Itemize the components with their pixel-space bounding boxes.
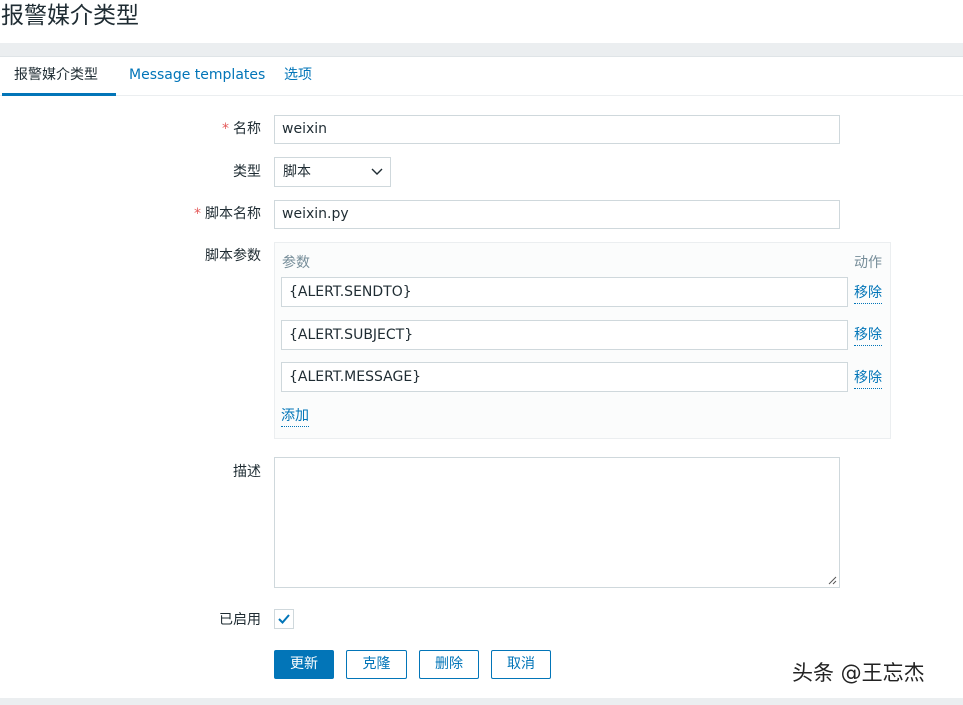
param-input-subject[interactable]: {ALERT.SUBJECT}	[281, 320, 848, 350]
page-title: 报警媒介类型	[1, 3, 139, 29]
type-label: 类型	[233, 164, 261, 180]
script-params-table: 参数 动作 {ALERT.SENDTO} 移除 {ALERT.SUBJECT} …	[274, 242, 891, 439]
checkmark-icon	[278, 614, 290, 624]
remove-param-button[interactable]: 移除	[854, 283, 882, 304]
chevron-down-icon	[371, 168, 383, 175]
cancel-button[interactable]: 取消	[491, 650, 551, 679]
enabled-checkbox[interactable]	[274, 609, 294, 629]
enabled-label: 已启用	[219, 612, 261, 628]
add-param-button[interactable]: 添加	[281, 406, 309, 427]
params-header-param: 参数	[282, 255, 310, 271]
required-marker: *	[222, 121, 229, 137]
page-header: 报警媒介类型	[0, 0, 963, 43]
description-label: 描述	[233, 464, 261, 480]
remove-param-button[interactable]: 移除	[854, 325, 882, 346]
delete-button[interactable]: 删除	[419, 650, 479, 679]
tab-message-templates[interactable]: Message templates	[117, 57, 277, 96]
name-input[interactable]: weixin	[274, 115, 840, 144]
type-select-value: 脚本	[283, 164, 311, 180]
clone-button[interactable]: 克隆	[346, 650, 407, 679]
tab-options[interactable]: 选项	[272, 57, 324, 96]
type-select[interactable]: 脚本	[274, 157, 391, 187]
watermark: 头条 @王忘杰	[792, 661, 925, 685]
tab-media-type[interactable]: 报警媒介类型	[2, 57, 116, 96]
script-name-label: * 脚本名称	[194, 206, 261, 222]
script-params-label: 脚本参数	[205, 248, 261, 264]
description-textarea[interactable]	[274, 457, 840, 588]
param-input-sendto[interactable]: {ALERT.SENDTO}	[281, 277, 848, 307]
params-header-action: 动作	[854, 255, 882, 271]
resize-grip-icon[interactable]	[827, 575, 837, 585]
tab-bar: 报警媒介类型 Message templates 选项	[0, 57, 963, 96]
form-panel: 报警媒介类型 Message templates 选项 * 名称 weixin 类…	[0, 56, 963, 698]
update-button[interactable]: 更新	[274, 650, 334, 679]
script-name-input[interactable]: weixin.py	[274, 200, 840, 229]
required-marker: *	[194, 206, 201, 222]
param-input-message[interactable]: {ALERT.MESSAGE}	[281, 362, 848, 392]
remove-param-button[interactable]: 移除	[854, 368, 882, 389]
name-label: * 名称	[222, 121, 261, 137]
